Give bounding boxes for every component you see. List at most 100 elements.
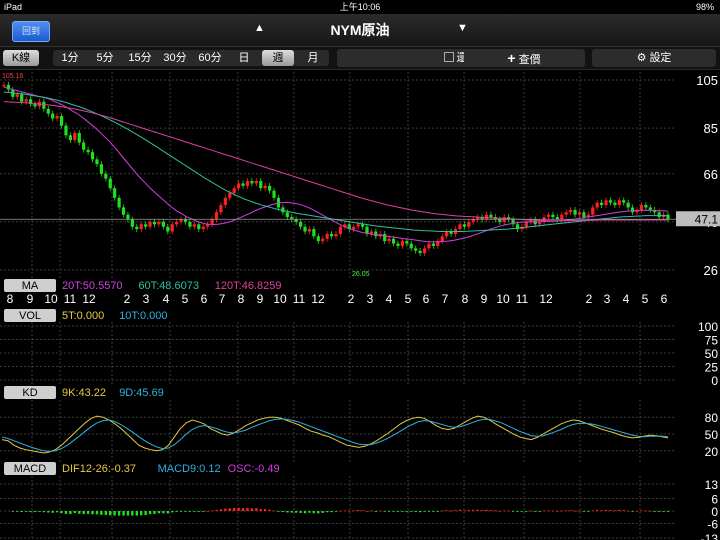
macd-osc-bar [534,511,537,512]
candle-body [210,219,214,225]
candle-body [254,181,258,184]
kd-y-tick: 80 [705,411,719,425]
macd-osc-bar [365,510,369,512]
macd-osc-bar [29,511,32,512]
macd-osc-bar [631,511,634,512]
candle-body [405,241,409,244]
macd-osc-bar [480,510,484,511]
candle-body [20,94,24,102]
candle-body [214,212,219,220]
candle-body [329,233,334,237]
candle-body [657,212,661,218]
x-tick: 8 [238,292,245,306]
candle-body [108,178,112,189]
kd-panel-label: KD [22,387,37,399]
macd-osc-bar [299,511,302,513]
macd-osc-bar [591,510,594,512]
candle-body [409,243,413,249]
macd-osc-bar [321,511,324,513]
candle-body [626,202,630,208]
indicator-60T: 60T:48.6073 [138,280,199,292]
x-tick: 12 [539,292,553,306]
macd-osc-bar [11,511,15,512]
x-tick: 12 [82,292,96,306]
candle-body [352,226,356,230]
macd-osc-bar [86,511,90,514]
macd-osc-bar [622,510,625,512]
macd-osc-bar [330,511,333,513]
candle-body [139,224,143,230]
macd-osc-bar [666,511,670,512]
macd-osc-bar [458,509,462,511]
candle-body [639,205,644,210]
macd-osc-bar [653,511,656,512]
macd-osc-bar [51,511,54,513]
x-tick: 2 [348,292,355,306]
candle-body [622,200,626,203]
indicator-DIF12-26: DIF12-26:-0.37 [62,463,136,475]
x-tick: 7 [442,292,449,306]
vol-y-tick: 25 [705,361,719,375]
x-axis-bg [0,292,720,306]
price-panel[interactable]: 10585664626105.1626.0547.1MA20T:50.55706… [0,73,720,292]
indicator-OSC: OSC:-0.49 [228,463,280,475]
x-tick: 9 [481,292,488,306]
macd-osc-bar [383,511,386,512]
macd-osc-bar [95,511,99,515]
candle-body [312,229,316,237]
macd-osc-bar [162,511,165,514]
candle-body [64,125,68,136]
volume-panel: VOL 5T:0.000 10T:0.000 1007550250 [0,309,718,388]
x-tick: 8 [462,292,469,306]
candle-body [391,238,396,244]
macd-osc-bar [578,510,581,512]
macd-osc-bar [215,509,218,511]
macd-osc-bar [228,508,231,511]
candle-body [546,214,551,218]
x-tick: 3 [143,292,150,306]
macd-osc-bar [387,511,391,512]
x-tick: 12 [311,292,325,306]
candle-body [418,250,422,254]
candle-body [560,214,564,220]
candle-body [263,185,267,189]
x-tick: 11 [64,292,77,306]
chart-canvas[interactable]: 10585664626105.1626.0547.1MA20T:50.55706… [0,0,720,540]
price-y-tick: 85 [704,121,718,136]
price-y-tick: 66 [704,167,718,182]
macd-osc-bar [560,510,563,512]
macd-osc-bar [507,510,510,512]
candle-body [396,243,400,246]
candle-body [573,209,577,215]
macd-osc-bar [361,510,364,512]
macd-osc-bar [432,511,435,512]
candle-body [126,214,130,220]
candle-body [148,221,152,227]
candle-body [117,197,121,208]
candle-body [152,221,157,225]
candle-body [564,212,568,215]
macd-osc-bar [503,510,506,512]
indicator-120T: 120T:46.8259 [215,280,282,292]
x-tick: 11 [516,292,529,306]
macd-osc-bar [427,511,431,512]
candle-body [259,181,263,189]
candle-body [24,99,28,102]
macd-osc-bar [281,511,285,512]
macd-osc-bar [104,511,108,515]
candle-body [334,233,338,237]
macd-osc-bar [396,511,400,512]
candle-body [272,190,276,198]
vol-y-tick: 100 [698,320,718,334]
macd-osc-bar [126,511,130,516]
macd-osc-bar [277,511,280,512]
indicator-9K: 9K:43.22 [62,387,106,399]
kd-panel: KD 9K:43.22 9D:45.69 80 50 20 [0,386,718,459]
x-tick: 2 [586,292,593,306]
x-tick: 9 [27,292,34,306]
candle-body [524,221,528,227]
macd-osc-bar [179,511,183,512]
candle-body [356,224,360,227]
candle-body [82,142,86,150]
candle-body [298,221,303,227]
